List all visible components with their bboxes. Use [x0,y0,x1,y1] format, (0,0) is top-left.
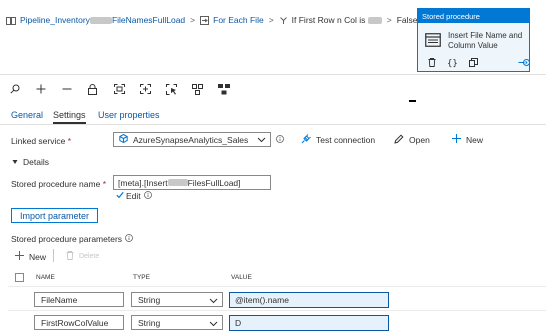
toolbar-divider [53,249,54,262]
tabs-divider [0,124,546,125]
add-icon [452,134,461,145]
edit-pencil-icon [394,134,404,146]
code-icon[interactable]: {} [447,59,458,69]
stored-procedure-activity[interactable]: Stored procedure Insert File Name and Co… [417,8,530,72]
select-all-checkbox[interactable] [15,273,24,282]
layout-icon[interactable] [218,82,244,96]
info-icon[interactable] [276,135,284,145]
chevron-down-icon [209,319,218,330]
activity-name: Insert File Name and Column Value [448,31,523,50]
caret-down-icon [12,157,18,167]
panel-resize-handle[interactable] [409,100,416,102]
chevron-down-icon [257,135,266,146]
add-icon [15,251,24,262]
lock-icon[interactable] [88,82,114,96]
column-header-name: NAME [36,274,55,281]
param-name-input[interactable]: FirstRowColValue [34,315,124,330]
activity-type-label: Stored procedure [418,9,529,23]
stored-procedure-name-label: Stored procedure name * [11,179,106,189]
linked-service-icon [119,133,128,145]
param-type-select[interactable]: String [131,292,223,307]
delete-parameter-button[interactable]: Delete [66,251,99,262]
new-parameter-button[interactable]: New [15,251,46,262]
redacted-text [167,179,188,186]
table-row-divider [8,310,546,311]
column-header-type: TYPE [133,274,150,281]
plug-icon [301,134,311,146]
auto-align-icon[interactable] [192,82,218,96]
delete-icon [66,251,74,262]
linked-service-label: Linked service * [11,136,72,146]
fit-center-icon[interactable] [140,82,166,96]
test-connection-button[interactable]: Test connection [301,134,375,146]
chevron-down-icon [209,296,218,307]
details-toggle[interactable]: Details [12,157,49,167]
select-icon[interactable] [166,82,192,96]
fit-to-screen-icon[interactable] [114,82,140,96]
param-value-input[interactable]: @item().name [229,292,389,308]
zoom-in-icon[interactable] [36,82,62,96]
chevron-right-icon: > [268,15,274,25]
tab-settings[interactable]: Settings [53,110,86,120]
linked-service-select[interactable]: AzureSynapseAnalytics_Sales [113,132,271,147]
import-parameter-button[interactable]: Import parameter [11,208,98,223]
table-header-divider [8,286,546,287]
tab-general[interactable]: General [11,110,43,120]
column-header-value: VALUE [231,274,252,281]
delete-icon[interactable] [428,58,436,69]
foreach-icon [200,15,210,26]
new-linked-service-button[interactable]: New [452,134,483,145]
breadcrumb-pipeline[interactable]: Pipeline_Inventory FileNamesFullLoad [20,15,185,25]
open-button[interactable]: Open [394,134,430,146]
parameters-section-title: Stored procedure parameters [11,234,133,244]
redacted-text [89,17,112,25]
info-icon[interactable] [143,191,152,201]
breadcrumb-for-each[interactable]: For Each File [213,15,264,25]
chevron-right-icon: > [386,15,392,25]
canvas-toolbar [10,82,244,96]
copy-icon[interactable] [468,58,478,69]
breadcrumb-if-condition[interactable]: If First Row n Col is [292,15,382,25]
redacted-text [367,17,382,25]
pipeline-icon [6,15,16,25]
param-type-select[interactable]: String [131,315,223,330]
chevron-right-icon: > [190,15,196,25]
breadcrumb: Pipeline_Inventory FileNamesFullLoad > Fo… [6,13,452,27]
param-value-input[interactable]: D [229,315,389,331]
stored-procedure-name-input[interactable]: [meta].[Insert FilesFullLoad] [113,175,271,190]
zoom-out-icon[interactable] [62,82,88,96]
info-icon[interactable] [125,234,133,244]
stored-procedure-icon [425,33,441,49]
param-name-input[interactable]: FileName [34,292,124,307]
activity-actions: {} [424,58,530,69]
edit-checkbox[interactable]: Edit [116,191,152,201]
add-output-icon[interactable] [518,58,530,69]
search-icon[interactable] [10,82,36,96]
checkmark-icon [116,191,124,201]
if-condition-icon [279,15,288,25]
canvas-divider [0,74,546,75]
tab-user-properties[interactable]: User properties [98,110,160,120]
linked-service-value: AzureSynapseAnalytics_Sales [133,134,249,145]
